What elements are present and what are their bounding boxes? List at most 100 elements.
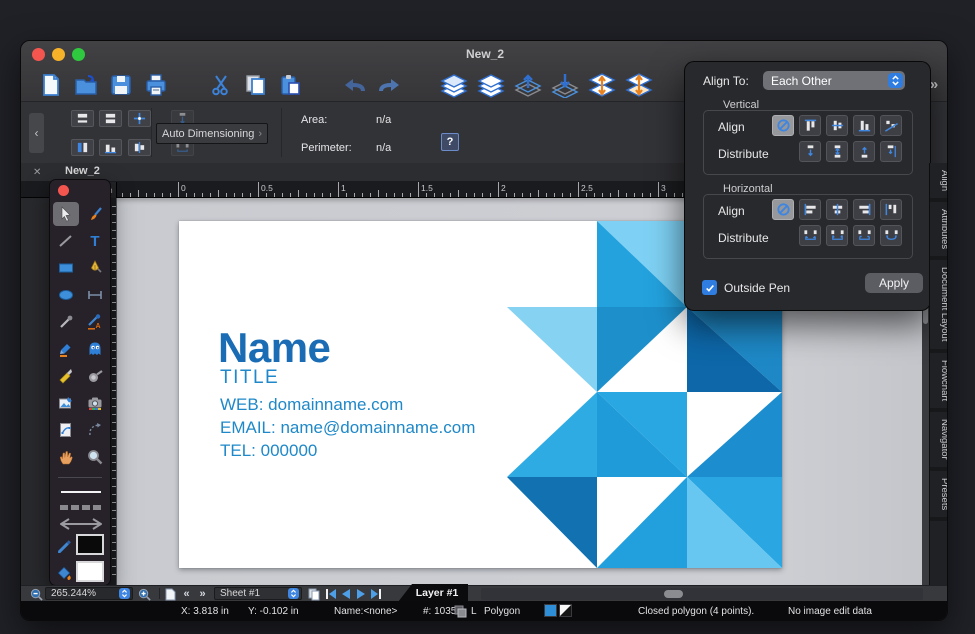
align-bottom-mini-button[interactable] xyxy=(99,139,122,156)
pen-color-swatch[interactable] xyxy=(76,534,104,555)
h-distribute-left-button[interactable] xyxy=(799,225,821,246)
selection-tool[interactable] xyxy=(53,202,79,226)
zoom-tool[interactable] xyxy=(82,445,108,469)
open-document-button[interactable] xyxy=(71,70,101,99)
h-align-key-button[interactable] xyxy=(880,199,902,220)
previous-sheet-button[interactable]: « xyxy=(179,587,194,601)
align-vcenter-mini-button[interactable] xyxy=(128,139,151,156)
send-backward-button[interactable] xyxy=(550,70,580,99)
align-middle-mini-button[interactable] xyxy=(99,110,122,127)
pan-loupe-tool[interactable] xyxy=(82,364,108,388)
zoom-stepper-icon[interactable] xyxy=(119,588,130,599)
copy-button[interactable] xyxy=(241,70,271,99)
card-tel-text[interactable]: TEL: 000000 xyxy=(220,439,475,462)
undo-button[interactable] xyxy=(341,70,371,99)
h-align-left-button[interactable] xyxy=(799,199,821,220)
document-tab[interactable]: New_2 xyxy=(65,165,100,177)
redo-button[interactable] xyxy=(373,70,403,99)
paste-button[interactable] xyxy=(276,70,306,99)
h-align-center-button[interactable] xyxy=(826,199,848,220)
card-contact-block[interactable]: WEB: domainname.com EMAIL: name@domainna… xyxy=(220,393,475,462)
side-tab-presets[interactable]: Presets xyxy=(930,471,948,521)
v-distribute-space-button[interactable] xyxy=(880,141,902,162)
pen-tool[interactable] xyxy=(82,256,108,280)
side-tab-align[interactable]: Align xyxy=(930,163,948,202)
line-tool[interactable] xyxy=(53,229,79,253)
text-tool[interactable]: T xyxy=(82,229,108,253)
card-title-text[interactable]: TITLE xyxy=(220,367,279,389)
side-tab-attributes[interactable]: Attributes xyxy=(930,202,948,260)
camera-tool[interactable] xyxy=(82,391,108,415)
bring-forward-button[interactable] xyxy=(513,70,543,99)
stroke-style-dashed[interactable] xyxy=(60,505,102,510)
knife-tool[interactable] xyxy=(53,364,79,388)
vector-page-tool[interactable] xyxy=(53,418,79,442)
v-align-none-button[interactable] xyxy=(772,115,794,136)
h-align-right-button[interactable] xyxy=(853,199,875,220)
horizontal-scrollbar[interactable] xyxy=(481,588,923,600)
layer-tab[interactable]: Layer #1 xyxy=(398,584,468,602)
align-to-select[interactable]: Each Other xyxy=(763,71,905,90)
new-sheet-button[interactable] xyxy=(164,587,177,601)
outside-pen-label[interactable]: Outside Pen xyxy=(724,281,790,295)
close-palette-button[interactable] xyxy=(58,185,69,196)
h-distribute-space-button[interactable] xyxy=(880,225,902,246)
rectangle-tool[interactable] xyxy=(53,256,79,280)
marker-tool[interactable] xyxy=(53,337,79,361)
pattern-triangle-4[interactable] xyxy=(507,307,597,392)
move-to-front-of-layer-button[interactable] xyxy=(587,70,617,99)
v-distribute-middle-button[interactable] xyxy=(826,141,848,162)
pattern-triangle-11[interactable] xyxy=(687,392,782,477)
h-distribute-right-button[interactable] xyxy=(853,225,875,246)
lasso-tool[interactable] xyxy=(82,418,108,442)
brush-tool[interactable] xyxy=(82,202,108,226)
pattern-triangle-5[interactable] xyxy=(597,307,687,392)
horizontal-scrollbar-thumb[interactable] xyxy=(664,590,683,598)
help-button[interactable]: ? xyxy=(441,133,459,151)
pattern-triangle-8[interactable] xyxy=(507,392,597,477)
previous-layer-button[interactable] xyxy=(339,587,352,601)
image-edit-tool[interactable] xyxy=(53,391,79,415)
arrow-ends-selector[interactable] xyxy=(60,518,102,530)
v-align-bottom-button[interactable] xyxy=(853,115,875,136)
save-button[interactable] xyxy=(106,70,136,99)
outside-pen-checkbox[interactable] xyxy=(702,280,717,295)
fill-status-swatch[interactable] xyxy=(544,604,557,617)
side-tab-flowchart[interactable]: Flowchart xyxy=(930,353,948,412)
style-picker-tool[interactable]: A xyxy=(82,310,108,334)
ghost-tool[interactable] xyxy=(82,337,108,361)
card-web-text[interactable]: WEB: domainname.com xyxy=(220,393,475,416)
bring-to-front-button[interactable] xyxy=(476,70,506,99)
side-tab-navigator[interactable]: Navigator xyxy=(930,412,948,471)
eyedropper-tool[interactable] xyxy=(53,310,79,334)
sheet-select[interactable]: Sheet #1 xyxy=(214,587,302,600)
apply-button[interactable]: Apply xyxy=(865,273,923,293)
v-align-top-button[interactable] xyxy=(799,115,821,136)
move-to-back-of-layer-button[interactable] xyxy=(624,70,654,99)
next-layer-button[interactable] xyxy=(354,587,367,601)
align-center-point-mini-button[interactable] xyxy=(128,110,151,127)
card-email-text[interactable]: EMAIL: name@domainname.com xyxy=(220,416,475,439)
collapse-toolbar-button[interactable]: ‹ xyxy=(29,113,44,153)
h-align-none-button[interactable] xyxy=(772,199,794,220)
new-document-button[interactable] xyxy=(36,70,66,99)
first-layer-button[interactable] xyxy=(324,587,337,601)
sheet-stepper-icon[interactable] xyxy=(288,588,299,599)
close-tab-icon[interactable]: ✕ xyxy=(33,167,41,178)
zoom-out-button[interactable] xyxy=(29,587,43,601)
pen-status-swatch[interactable] xyxy=(559,604,572,617)
zoom-in-button[interactable] xyxy=(137,587,151,601)
card-name-text[interactable]: Name xyxy=(218,324,330,372)
v-align-middle-button[interactable] xyxy=(826,115,848,136)
align-left-mini-button[interactable] xyxy=(71,139,94,156)
auto-dimensioning-button[interactable]: Auto Dimensioning › xyxy=(156,123,268,144)
ellipse-tool[interactable] xyxy=(53,283,79,307)
next-sheet-button[interactable]: » xyxy=(195,587,210,601)
last-layer-button[interactable] xyxy=(369,587,382,601)
align-top-mini-button[interactable] xyxy=(71,110,94,127)
print-button[interactable] xyxy=(141,70,171,99)
hand-tool[interactable] xyxy=(53,445,79,469)
fill-color-swatch[interactable] xyxy=(76,561,104,582)
v-distribute-top-button[interactable] xyxy=(799,141,821,162)
duplicate-layer-button[interactable] xyxy=(307,587,321,601)
